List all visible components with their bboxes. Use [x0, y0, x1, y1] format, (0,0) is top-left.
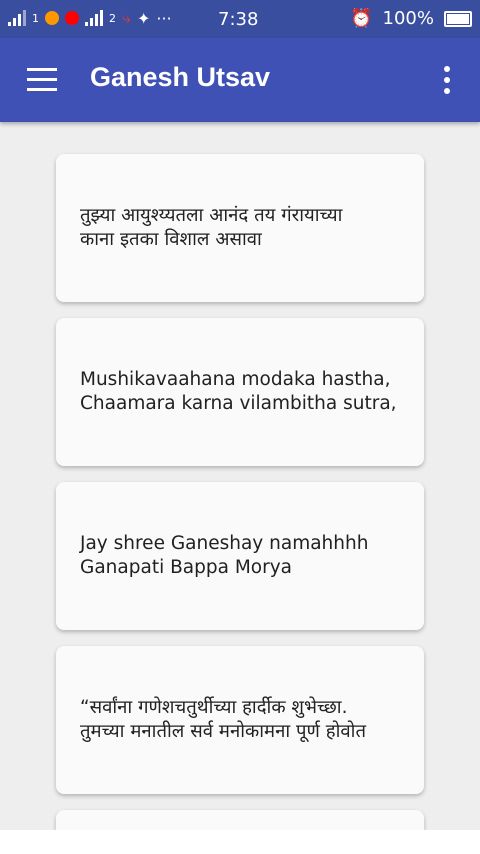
notification-icon	[45, 11, 59, 25]
more-notifications: ···	[156, 8, 172, 28]
quote-card[interactable]: Jay shree Ganeshay namahhhh Ganapati Bap…	[56, 482, 424, 630]
sim1-label: 1	[32, 11, 39, 25]
alarm-icon: ⏰	[350, 8, 373, 29]
quote-text: “सर्वांना गणेशचतुर्थीच्या हार्दीक शुभेच्…	[80, 697, 367, 742]
quote-card[interactable]: Mushikavaahana modaka hastha, Chaamara k…	[56, 318, 424, 466]
quote-text: Jay shree Ganeshay namahhhh Ganapati Bap…	[80, 533, 369, 578]
notification-icon	[65, 11, 79, 25]
battery-level: 100%	[382, 8, 434, 29]
quote-card[interactable]: “सर्वांना गणेशचतुर्थीच्या हार्दीक शुभेच्…	[56, 646, 424, 794]
more-vert-icon[interactable]	[436, 66, 458, 94]
status-right-icons: ⏰ 100%	[350, 8, 472, 29]
pinwheel-icon: ✦	[136, 8, 151, 28]
quote-text: तुझ्या आयुश्य्यतला आनंद तय गंरायाच्या का…	[80, 205, 343, 250]
quote-text: Mushikavaahana modaka hastha, Chaamara k…	[80, 369, 397, 414]
app-toolbar: Ganesh Utsav	[0, 38, 480, 122]
signal-icon	[8, 10, 26, 26]
signal-icon	[85, 10, 103, 26]
bottom-area	[0, 830, 480, 854]
page-title: Ganesh Utsav	[90, 62, 271, 92]
battery-icon	[444, 10, 472, 27]
sim2-label: 2	[109, 11, 116, 25]
status-left-icons: 1 2 ⤷ ✦ ···	[8, 8, 172, 28]
menu-icon[interactable]	[27, 68, 57, 92]
airtel-icon: ⤷	[122, 8, 131, 27]
status-time: 7:38	[218, 9, 259, 30]
quote-card[interactable]: तुझ्या आयुश्य्यतला आनंद तय गंरायाच्या का…	[56, 154, 424, 302]
status-bar: 1 2 ⤷ ✦ ··· 7:38 ⏰ 100%	[0, 0, 480, 38]
